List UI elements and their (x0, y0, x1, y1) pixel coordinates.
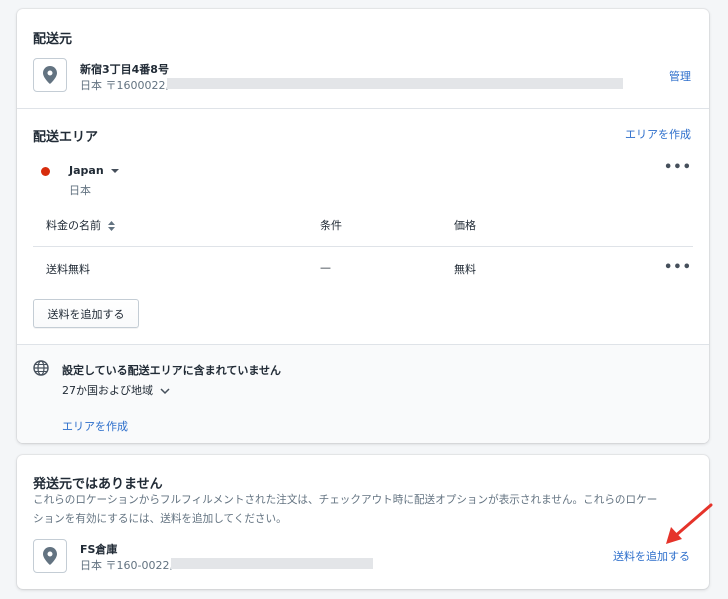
annotation-arrow-icon (666, 503, 713, 544)
countries-dropdown[interactable]: 27か国および地域 (62, 382, 170, 398)
globe-icon (33, 360, 49, 376)
location-pin-icon (43, 547, 57, 565)
origin-title: 配送元 (33, 32, 73, 47)
zone-more-actions-icon[interactable]: ••• (664, 161, 692, 174)
redacted-address-bar (167, 78, 623, 89)
rate-price-cell: 無料 (454, 263, 476, 276)
not-covered-create-zone-link[interactable]: エリアを作成 (62, 418, 128, 434)
not-covered-section: 設定している配送エリアに含まれていません 27か国および地域 エリアを作成 (17, 344, 709, 443)
origin-location-name: 新宿3丁目4番8号 (80, 63, 169, 76)
not-origin-card: 発送元ではありません これらのロケーションからフルフィルメントされた注文は、チェ… (17, 455, 709, 589)
warehouse-address: 日本 〒160-0022, (80, 559, 173, 572)
location-pin-icon (43, 66, 57, 84)
rate-more-actions-icon[interactable]: ••• (664, 261, 692, 274)
redacted-address-bar (171, 558, 373, 569)
section-divider (17, 108, 709, 109)
rate-name-header-label: 料金の名前 (46, 219, 101, 232)
manage-link[interactable]: 管理 (669, 68, 691, 84)
countries-label: 27か国および地域 (62, 384, 153, 397)
chevron-down-icon (159, 387, 170, 394)
warehouse-location-icon-box (33, 539, 67, 573)
table-row-divider (33, 246, 693, 247)
rate-name-column-header[interactable]: 料金の名前 (46, 217, 115, 233)
create-zone-link[interactable]: エリアを作成 (625, 126, 691, 142)
zone-status-dot (41, 167, 50, 176)
zone-country-dropdown[interactable]: Japan (69, 164, 119, 177)
sort-icon (107, 221, 115, 231)
warehouse-location-name: FS倉庫 (80, 543, 118, 556)
add-rate-button[interactable]: 送料を追加する (33, 299, 139, 328)
condition-column-header: 条件 (320, 219, 342, 232)
not-origin-description-line2: ションを有効にするには、送料を追加してください。 (33, 513, 287, 525)
price-column-header: 価格 (454, 219, 476, 232)
not-covered-title: 設定している配送エリアに含まれていません (62, 364, 282, 377)
origin-location-icon-box (33, 58, 67, 92)
zone-country-sub: 日本 (69, 184, 91, 197)
not-origin-description-line1: これらのロケーションからフルフィルメントされた注文は、チェックアウト時に配送オプ… (33, 494, 658, 506)
origin-address: 日本 〒1600022, (80, 79, 169, 92)
zone-country-name: Japan (69, 164, 104, 177)
add-rate-link[interactable]: 送料を追加する (613, 548, 690, 564)
rate-condition-cell: — (320, 261, 331, 274)
shipping-origin-card: 配送元 新宿3丁目4番8号 日本 〒1600022, 管理 配送エリア エリアを… (17, 9, 709, 443)
not-origin-description: これらのロケーションからフルフィルメントされた注文は、チェックアウト時に配送オプ… (33, 491, 697, 529)
rate-name-cell: 送料無料 (46, 263, 90, 276)
not-origin-title: 発送元ではありません (33, 477, 163, 492)
caret-down-icon (110, 169, 119, 173)
zone-title: 配送エリア (33, 130, 99, 145)
